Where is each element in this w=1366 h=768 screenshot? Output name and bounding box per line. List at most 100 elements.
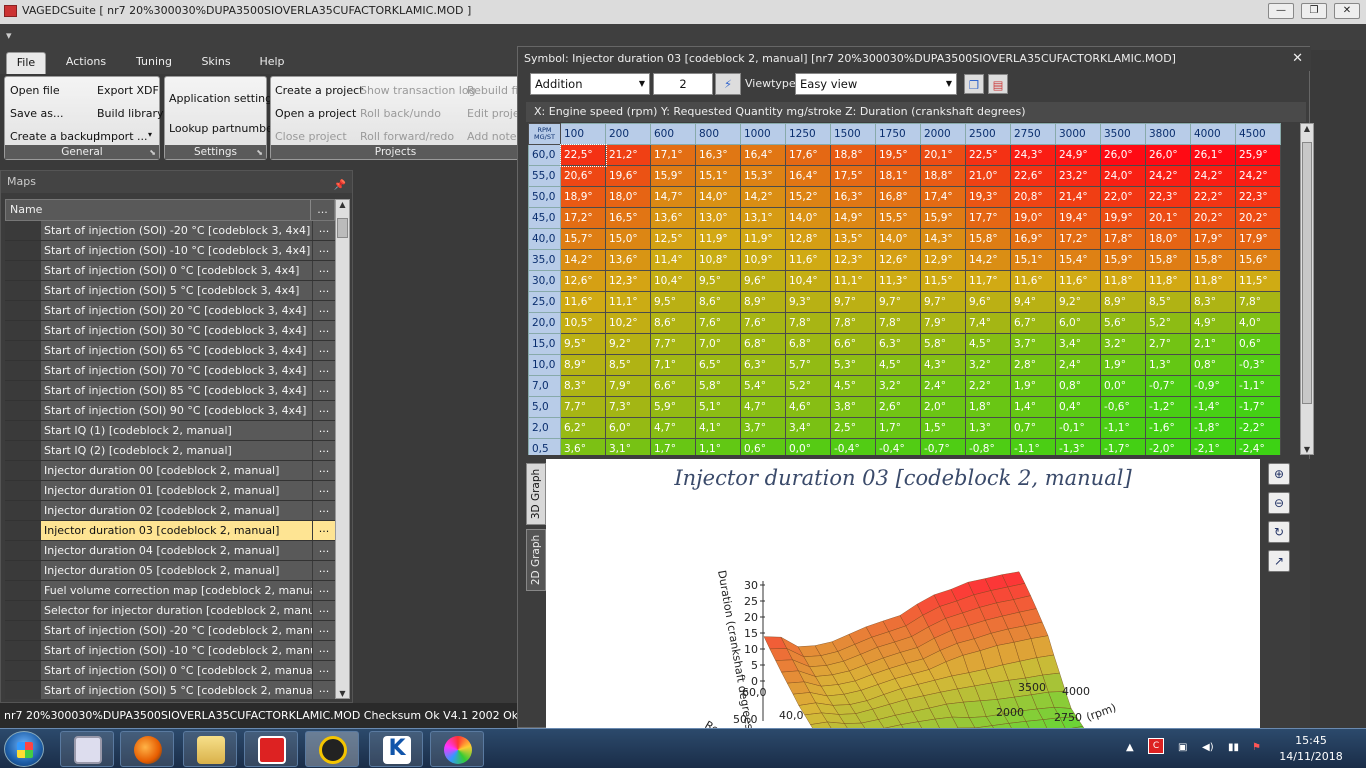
taskbar-paint[interactable] <box>430 731 484 767</box>
map-cell[interactable]: 5,3° <box>830 354 876 376</box>
operation-select[interactable]: Addition ▼ <box>530 73 650 95</box>
list-item[interactable]: Start of injection (SOI) -20 °C [codeblo… <box>5 221 335 241</box>
map-cell[interactable]: 18,0° <box>605 186 651 208</box>
map-more-button[interactable]: ... <box>313 301 335 320</box>
map-cell[interactable]: 18,0° <box>1145 228 1191 250</box>
x-axis-header[interactable]: 800 <box>695 123 741 145</box>
zoom-in-icon[interactable]: ⊕ <box>1268 463 1290 485</box>
map-cell[interactable]: 16,5° <box>605 207 651 229</box>
tab-help[interactable]: Help <box>252 52 292 74</box>
tray-app-icon[interactable]: C <box>1148 738 1164 754</box>
map-cell[interactable]: 1,7° <box>875 417 921 439</box>
map-cell[interactable]: 11,8° <box>1190 270 1236 292</box>
map-cell[interactable]: 20,1° <box>1145 207 1191 229</box>
map-cell[interactable]: 9,5° <box>695 270 741 292</box>
add-note-button[interactable]: Add note t <box>467 130 524 143</box>
map-more-button[interactable]: ... <box>313 601 335 620</box>
export-icon[interactable]: ↗ <box>1268 550 1290 572</box>
map-cell[interactable]: 15,7° <box>560 228 606 250</box>
tab-2d-graph[interactable]: 2D Graph <box>526 529 546 591</box>
y-axis-header[interactable]: 30,0 <box>528 270 561 292</box>
tray-expand-icon[interactable]: ▲ <box>1126 742 1134 753</box>
map-cell[interactable]: 11,6° <box>1010 270 1056 292</box>
map-cell[interactable]: 5,2° <box>1145 312 1191 334</box>
map-more-button[interactable]: ... <box>313 261 335 280</box>
map-cell[interactable]: 4,5° <box>965 333 1011 355</box>
map-cell[interactable]: 1,5° <box>920 417 966 439</box>
scroll-thumb[interactable] <box>1302 142 1312 404</box>
map-cell[interactable]: 7,8° <box>830 312 876 334</box>
map-cell[interactable]: 2,5° <box>830 417 876 439</box>
map-cell[interactable]: 19,9° <box>1100 207 1146 229</box>
quick-access-chevron-icon[interactable]: ▾ <box>6 29 12 42</box>
map-cell[interactable]: 11,4° <box>650 249 696 271</box>
list-item[interactable]: Injector duration 05 [codeblock 2, manua… <box>5 561 335 581</box>
y-axis-header[interactable]: 25,0 <box>528 291 561 313</box>
map-cell[interactable]: 0,6° <box>740 438 786 455</box>
map-cell[interactable]: 26,0° <box>1145 144 1191 166</box>
map-cell[interactable]: -1,1° <box>1010 438 1056 455</box>
map-cell[interactable]: 16,8° <box>875 186 921 208</box>
viewtype-select[interactable]: Easy view ▼ <box>795 73 957 95</box>
list-item[interactable]: Injector duration 02 [codeblock 2, manua… <box>5 501 335 521</box>
map-cell[interactable]: 9,6° <box>740 270 786 292</box>
map-cell[interactable]: 12,6° <box>875 249 921 271</box>
map-cell[interactable]: 17,8° <box>1100 228 1146 250</box>
map-cell[interactable]: 6,8° <box>740 333 786 355</box>
map-more-button[interactable]: ... <box>313 661 335 680</box>
map-cell[interactable]: 0,8° <box>1190 354 1236 376</box>
map-cell[interactable]: 11,5° <box>920 270 966 292</box>
map-cell[interactable]: 1,1° <box>695 438 741 455</box>
map-cell[interactable]: 9,7° <box>920 291 966 313</box>
map-more-button[interactable]: ... <box>313 581 335 600</box>
scroll-thumb[interactable] <box>337 218 348 238</box>
zoom-out-icon[interactable]: ⊖ <box>1268 492 1290 514</box>
map-cell[interactable]: 24,2° <box>1235 165 1281 187</box>
map-cell[interactable]: 3,7° <box>740 417 786 439</box>
map-cell[interactable]: -0,1° <box>1055 417 1101 439</box>
map-cell[interactable]: 17,2° <box>560 207 606 229</box>
x-axis-header[interactable]: 1000 <box>740 123 786 145</box>
map-cell[interactable]: 15,8° <box>1145 249 1191 271</box>
y-axis-header[interactable]: 2,0 <box>528 417 561 439</box>
map-more-button[interactable]: ... <box>313 281 335 300</box>
list-item[interactable]: Start of injection (SOI) -10 °C [codeblo… <box>5 241 335 261</box>
x-axis-header[interactable]: 100 <box>560 123 606 145</box>
map-more-button[interactable]: ... <box>313 221 335 240</box>
list-item[interactable]: Start IQ (1) [codeblock 2, manual]... <box>5 421 335 441</box>
map-cell[interactable]: 16,3° <box>695 144 741 166</box>
map-cell[interactable]: -0,6° <box>1100 396 1146 418</box>
map-cell[interactable]: 14,2° <box>740 186 786 208</box>
map-cell[interactable]: 7,7° <box>650 333 696 355</box>
map-cell[interactable]: 21,4° <box>1055 186 1101 208</box>
map-cell[interactable]: -0,4° <box>830 438 876 455</box>
map-cell[interactable]: 17,9° <box>1190 228 1236 250</box>
map-cell[interactable]: 5,4° <box>740 375 786 397</box>
x-axis-header[interactable]: 1500 <box>830 123 876 145</box>
map-cell[interactable]: 22,3° <box>1145 186 1191 208</box>
map-cell[interactable]: 11,3° <box>875 270 921 292</box>
save-as-button[interactable]: Save as... <box>10 107 63 120</box>
taskbar-firefox[interactable] <box>120 731 174 767</box>
map-cell[interactable]: 6,0° <box>605 417 651 439</box>
map-more-button[interactable]: ... <box>313 401 335 420</box>
application-settings-button[interactable]: Application settings <box>169 92 278 105</box>
map-cell[interactable]: -0,7° <box>920 438 966 455</box>
list-item[interactable]: Start of injection (SOI) 70 °C [codebloc… <box>5 361 335 381</box>
list-item[interactable]: Start of injection (SOI) 5 °C [codeblock… <box>5 281 335 301</box>
roll-back-button[interactable]: Roll back/undo <box>360 107 441 120</box>
map-cell[interactable]: 5,9° <box>650 396 696 418</box>
map-cell[interactable]: 11,1° <box>605 291 651 313</box>
map-cell[interactable]: 16,3° <box>830 186 876 208</box>
lookup-partnumber-button[interactable]: Lookup partnumber <box>169 122 277 135</box>
map-cell[interactable]: 11,6° <box>1055 270 1101 292</box>
map-cell[interactable]: 14,2° <box>965 249 1011 271</box>
map-cell[interactable]: 1,4° <box>1010 396 1056 418</box>
map-cell[interactable]: 5,8° <box>695 375 741 397</box>
map-cell[interactable]: -1,1° <box>1235 375 1281 397</box>
x-axis-header[interactable]: 3800 <box>1145 123 1191 145</box>
map-more-button[interactable]: ... <box>313 481 335 500</box>
map-cell[interactable]: 17,1° <box>650 144 696 166</box>
list-item[interactable]: Start IQ (2) [codeblock 2, manual]... <box>5 441 335 461</box>
map-cell[interactable]: 2,7° <box>1145 333 1191 355</box>
